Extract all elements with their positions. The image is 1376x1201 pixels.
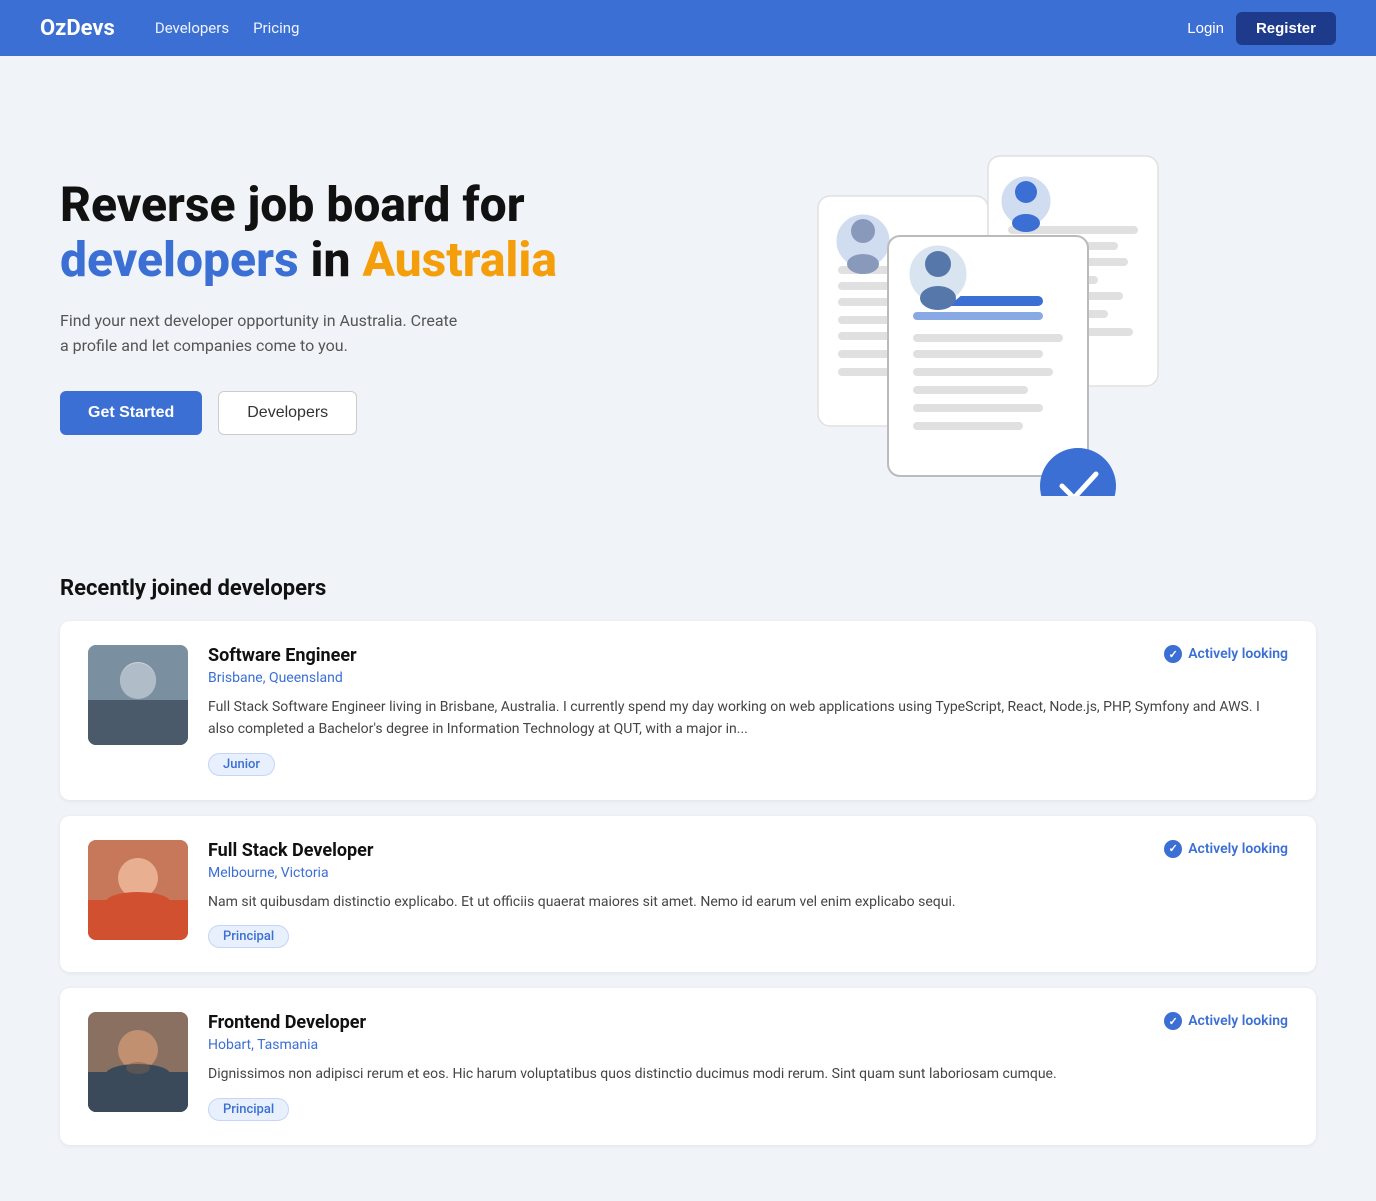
actively-looking-badge: ✓ Actively looking: [1164, 1012, 1288, 1030]
check-icon: ✓: [1164, 645, 1182, 663]
developer-photo: [88, 1012, 188, 1112]
developer-header: Software Engineer ✓ Actively looking: [208, 645, 1288, 666]
developer-name: Software Engineer: [208, 645, 357, 666]
get-started-button[interactable]: Get Started: [60, 391, 202, 435]
developer-card: Software Engineer ✓ Actively looking Bri…: [60, 621, 1316, 800]
hero-title-in: in: [299, 231, 363, 288]
developer-photo: [88, 645, 188, 745]
developer-info: Full Stack Developer ✓ Actively looking …: [208, 840, 1288, 948]
actively-looking-badge: ✓ Actively looking: [1164, 645, 1288, 663]
developer-photo: [88, 840, 188, 940]
developer-info: Frontend Developer ✓ Actively looking Ho…: [208, 1012, 1288, 1120]
developer-location: Hobart, Tasmania: [208, 1037, 1288, 1053]
developer-avatar-svg: [88, 645, 188, 745]
hero-illustration: [640, 116, 1316, 496]
section-title: Recently joined developers: [60, 576, 1316, 601]
developer-bio: Dignissimos non adipisci rerum et eos. H…: [208, 1063, 1288, 1085]
hero-title: Reverse job board for developers in Aust…: [60, 177, 640, 287]
developer-level-badge: Principal: [208, 925, 289, 948]
recently-joined-section: Recently joined developers Software Engi…: [0, 546, 1376, 1201]
developer-location: Brisbane, Queensland: [208, 670, 1288, 686]
register-button[interactable]: Register: [1236, 12, 1336, 45]
actively-looking-text: Actively looking: [1188, 1013, 1288, 1029]
developer-level-badge: Principal: [208, 1098, 289, 1121]
hero-title-line1: Reverse job board for: [60, 176, 525, 233]
developer-avatar-svg: [88, 840, 188, 940]
developer-bio: Nam sit quibusdam distinctio explicabo. …: [208, 891, 1288, 913]
hero-title-orange: Australia: [362, 231, 556, 288]
hero-buttons: Get Started Developers: [60, 391, 640, 435]
developer-location: Melbourne, Victoria: [208, 865, 1288, 881]
hero-subtitle: Find your next developer opportunity in …: [60, 308, 460, 359]
developer-header: Full Stack Developer ✓ Actively looking: [208, 840, 1288, 861]
nav-link-developers[interactable]: Developers: [155, 19, 229, 37]
developer-header: Frontend Developer ✓ Actively looking: [208, 1012, 1288, 1033]
login-button[interactable]: Login: [1187, 20, 1224, 37]
hero-title-blue: developers: [60, 231, 299, 288]
check-icon: ✓: [1164, 1012, 1182, 1030]
nav-logo[interactable]: OzDevs: [40, 16, 115, 41]
nav-links: Developers Pricing: [155, 19, 1187, 37]
developer-name: Full Stack Developer: [208, 840, 373, 861]
actively-looking-badge: ✓ Actively looking: [1164, 840, 1288, 858]
hero-section: Reverse job board for developers in Aust…: [0, 56, 1376, 546]
developer-card: Frontend Developer ✓ Actively looking Ho…: [60, 988, 1316, 1144]
nav-link-pricing[interactable]: Pricing: [253, 19, 299, 37]
developer-name: Frontend Developer: [208, 1012, 366, 1033]
developer-level-badge: Junior: [208, 753, 275, 776]
actively-looking-text: Actively looking: [1188, 841, 1288, 857]
developers-button[interactable]: Developers: [218, 391, 357, 435]
hero-svg: [768, 116, 1188, 496]
actively-looking-text: Actively looking: [1188, 646, 1288, 662]
check-icon: ✓: [1164, 840, 1182, 858]
developer-bio: Full Stack Software Engineer living in B…: [208, 696, 1288, 741]
developer-card: Full Stack Developer ✓ Actively looking …: [60, 816, 1316, 972]
navbar: OzDevs Developers Pricing Login Register: [0, 0, 1376, 56]
hero-content: Reverse job board for developers in Aust…: [60, 177, 640, 435]
developer-avatar-svg: [88, 1012, 188, 1112]
nav-right: Login Register: [1187, 12, 1336, 45]
developer-info: Software Engineer ✓ Actively looking Bri…: [208, 645, 1288, 776]
